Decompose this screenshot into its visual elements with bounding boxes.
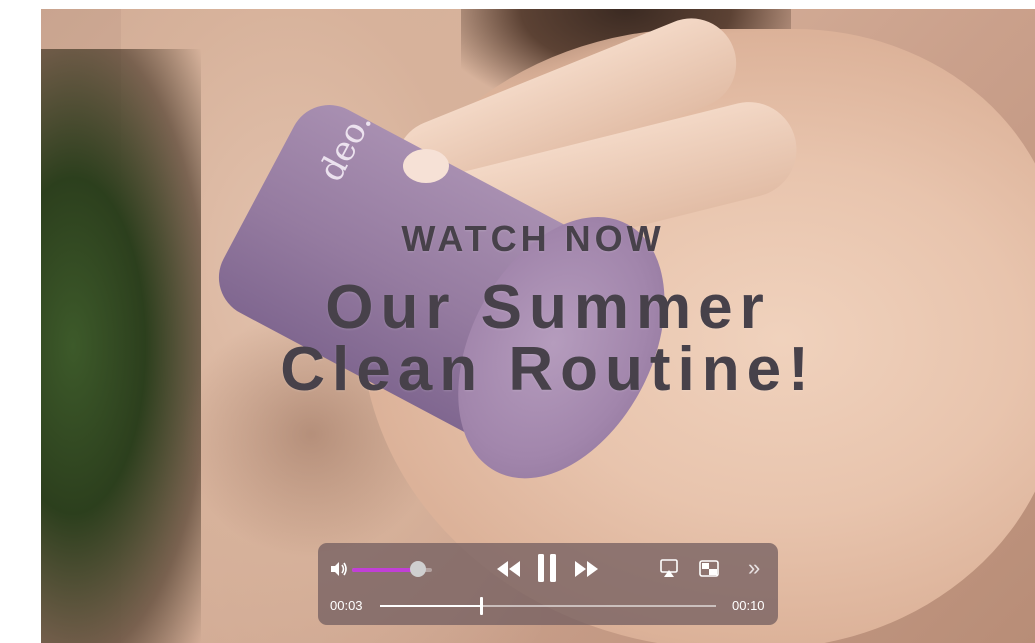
forward-icon[interactable]: [573, 558, 599, 580]
title-line-2: Clean Routine!: [280, 335, 816, 404]
seek-progress: [380, 605, 481, 607]
current-time: 00:03: [330, 598, 363, 613]
duration-time: 00:10: [732, 598, 765, 613]
watch-now-label: WATCH NOW: [401, 218, 665, 259]
volume-icon[interactable]: [329, 559, 349, 579]
title-line-1: Our Summer: [325, 273, 771, 342]
seek-bar[interactable]: [380, 605, 716, 607]
rewind-icon[interactable]: [496, 558, 522, 580]
airplay-icon[interactable]: [659, 558, 679, 580]
volume-level: [352, 568, 419, 572]
more-icon[interactable]: »: [748, 555, 768, 581]
product-logo: deo.: [310, 105, 381, 188]
picture-in-picture-icon[interactable]: [698, 558, 720, 580]
pause-icon[interactable]: [536, 553, 558, 583]
seek-handle[interactable]: [479, 597, 483, 615]
video-controls-bar: » 00:03 00:10: [318, 543, 778, 625]
fingernail: [403, 149, 449, 183]
volume-slider-knob[interactable]: [410, 561, 427, 577]
